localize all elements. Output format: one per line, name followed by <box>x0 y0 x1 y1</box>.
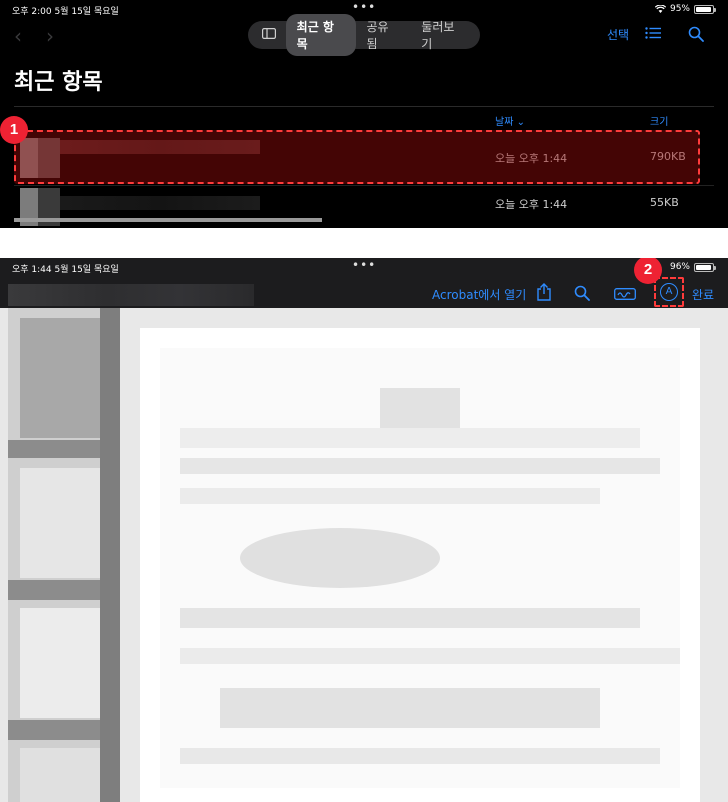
battery-icon <box>694 262 716 272</box>
row-date: 오늘 오후 1:44 <box>495 198 568 211</box>
date-label: 날짜 <box>495 117 514 128</box>
select-button[interactable]: 선택 <box>607 26 629 43</box>
tab-shared[interactable]: 공유됨 <box>356 14 411 56</box>
tab-recents[interactable]: 최근 항목 <box>285 14 356 56</box>
chevron-left-icon[interactable]: ‹ <box>14 24 22 48</box>
battery-percent: 95% <box>669 4 690 14</box>
search-icon[interactable] <box>688 26 704 45</box>
divider <box>14 106 714 107</box>
status-time: 오후 1:44 5월 15일 목요일 <box>12 265 119 275</box>
open-in-acrobat-button[interactable]: Acrobat에서 열기 <box>432 286 526 303</box>
segmented-control: 최근 항목 공유됨 둘러보기 <box>248 14 480 56</box>
wifi-icon <box>654 5 666 13</box>
done-button[interactable]: 완료 <box>692 286 714 303</box>
tab-browse[interactable]: 둘러보기 <box>410 14 476 56</box>
progress-bar <box>14 218 322 222</box>
status-time: 오후 2:00 5월 15일 목요일 <box>12 7 119 17</box>
share-icon[interactable] <box>536 283 552 304</box>
search-icon[interactable] <box>574 285 590 304</box>
files-app-screen: 오후 2:00 5월 15일 목요일 ••• 95% ‹ › 최근 항목 공유됨… <box>0 0 728 228</box>
highlight-box-step-2 <box>654 277 684 307</box>
status-bar: 오후 1:44 5월 15일 목요일 ••• 96% <box>0 258 728 276</box>
signature-icon[interactable] <box>614 288 636 303</box>
list-icon[interactable] <box>645 27 661 42</box>
page-thumbnails-sidebar[interactable] <box>8 308 120 802</box>
pdf-viewer-screen: 오후 1:44 5월 15일 목요일 ••• 96% Acrobat에서 열기 … <box>0 258 728 802</box>
battery-icon <box>694 4 716 14</box>
pdf-page[interactable] <box>140 328 700 802</box>
page-title: 최근 항목 <box>14 70 103 95</box>
row-size: 55KB <box>650 196 679 209</box>
sidebar-icon[interactable] <box>252 28 286 42</box>
highlight-box-step-1 <box>14 130 700 184</box>
chevron-right-icon[interactable]: › <box>46 24 54 48</box>
multitasking-dots[interactable]: ••• <box>352 0 376 14</box>
chevron-down-icon: ⌄ <box>516 117 525 128</box>
column-header-size[interactable]: 크기 <box>650 113 668 128</box>
multitasking-dots[interactable]: ••• <box>352 258 376 272</box>
document-area[interactable] <box>0 308 728 802</box>
battery-percent: 96% <box>669 262 690 272</box>
step-badge-1: 1 <box>0 116 28 144</box>
column-header-date[interactable]: 날짜 ⌄ <box>495 113 525 128</box>
file-name <box>60 196 260 210</box>
table-row[interactable]: 오늘 오후 1:44 55KB <box>14 186 700 228</box>
document-title <box>8 284 254 306</box>
